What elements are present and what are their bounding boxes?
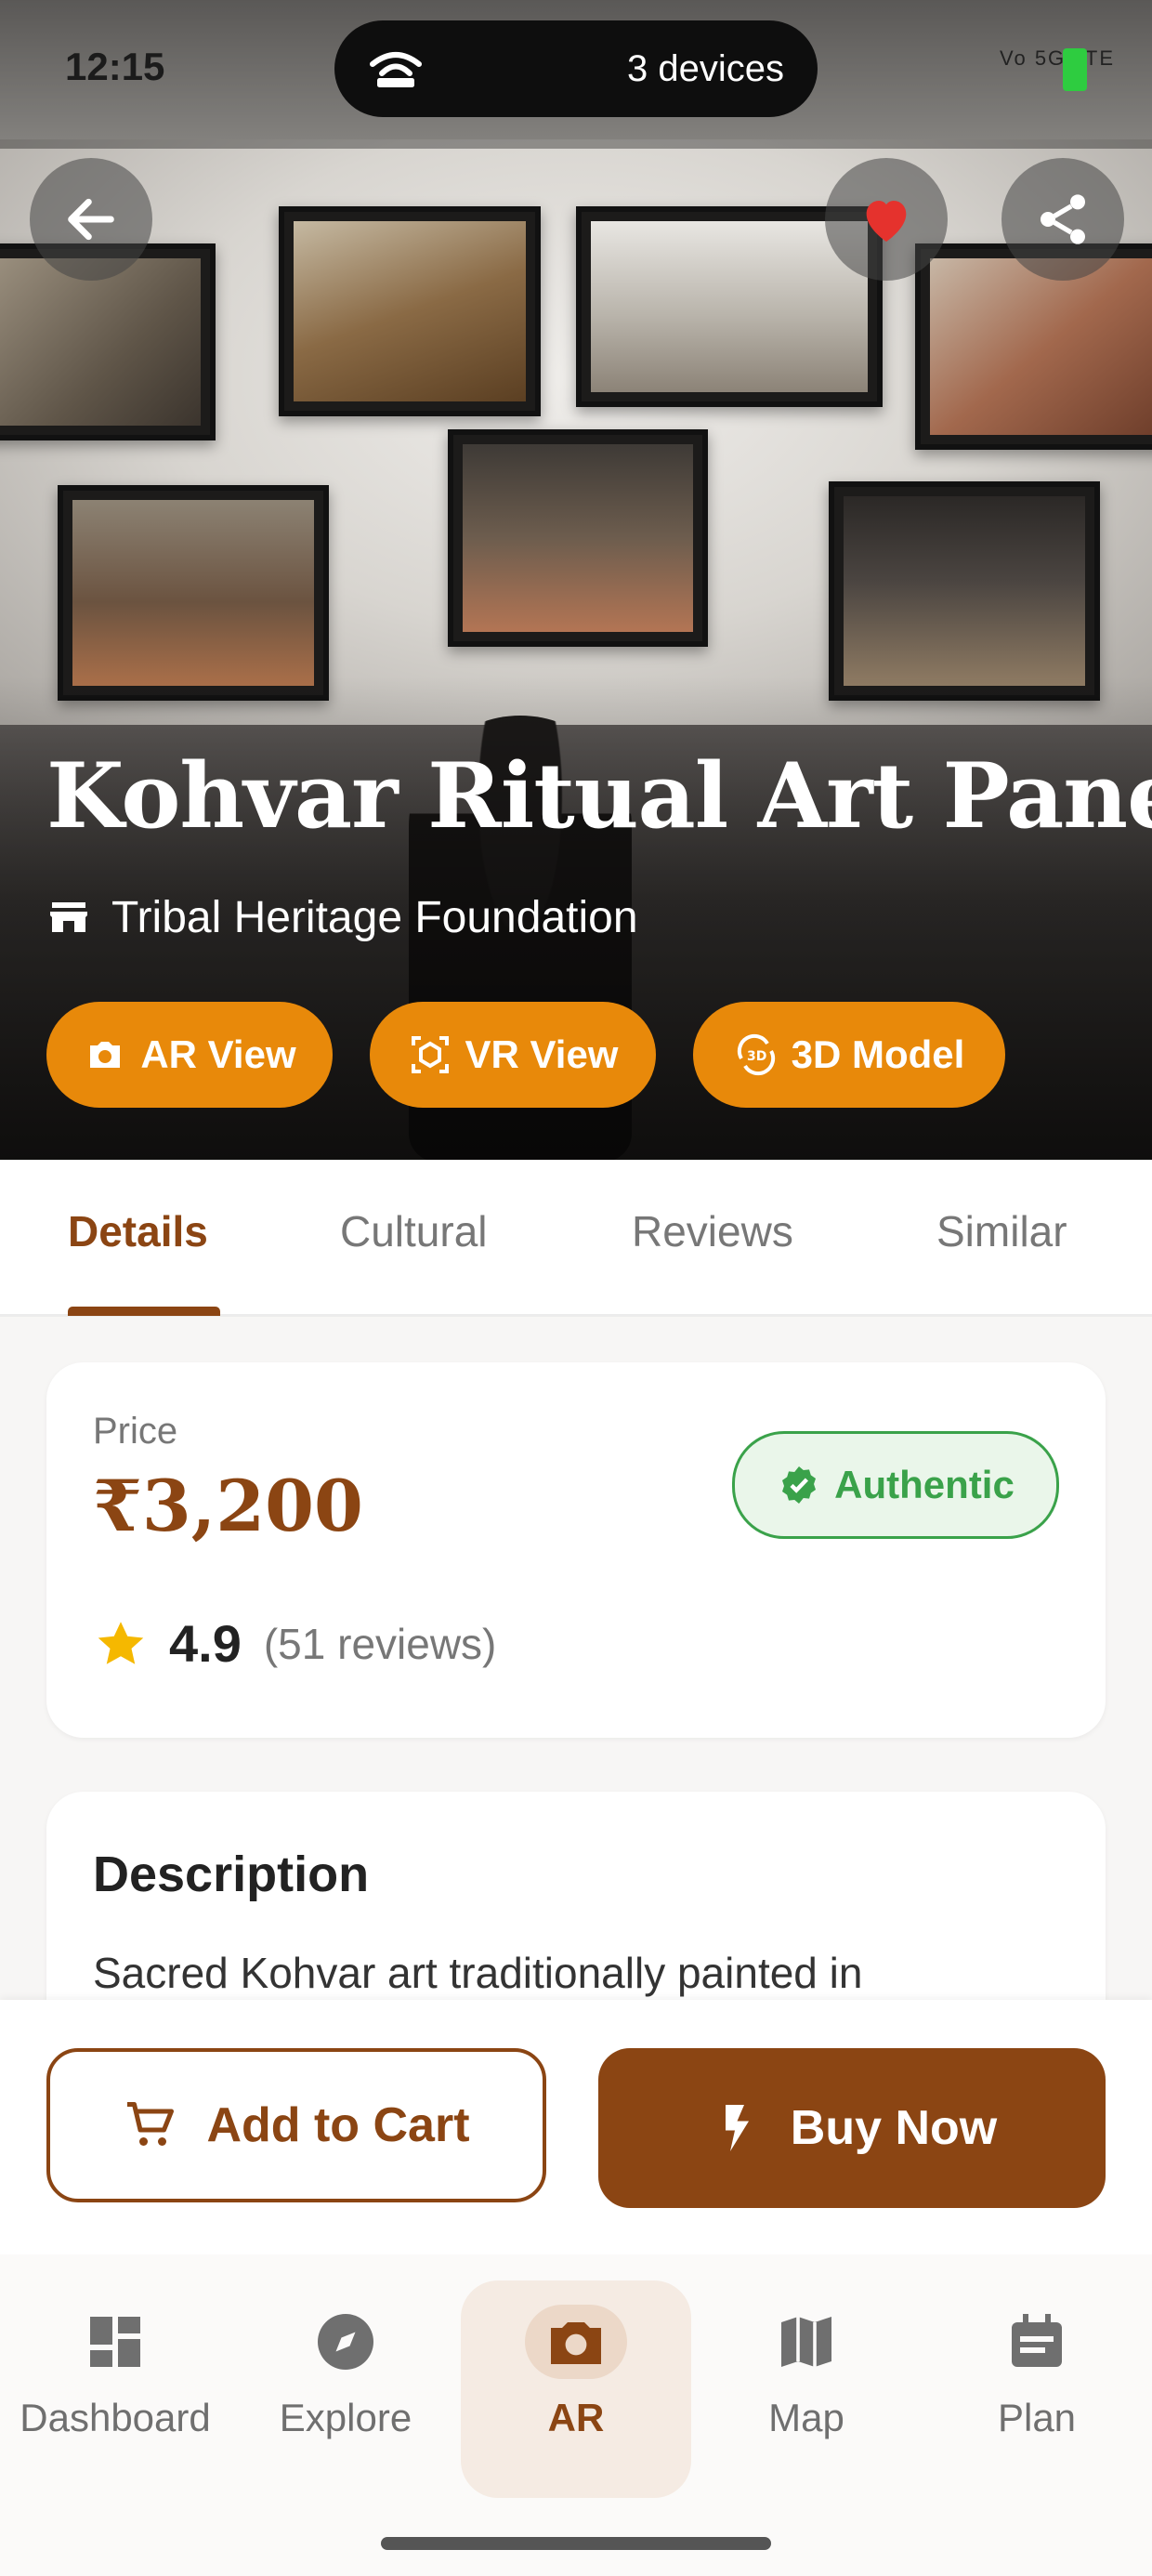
nav-explore[interactable]: Explore bbox=[230, 2280, 461, 2498]
map-icon bbox=[781, 2317, 831, 2367]
ar-view-button[interactable]: AR View bbox=[46, 1002, 333, 1108]
nav-map-label: Map bbox=[768, 2396, 844, 2439]
hero-image: 12:15 3 devices Vo 5G LTE Kohvar Ritual … bbox=[0, 0, 1152, 1160]
battery-icon bbox=[1063, 48, 1087, 91]
flash-icon bbox=[725, 2105, 749, 2151]
price-label: Price bbox=[93, 1411, 178, 1452]
tab-details[interactable]: Details bbox=[68, 1206, 208, 1256]
bottom-navigation: Dashboard Explore AR Map Plan bbox=[0, 2254, 1152, 2576]
star-icon bbox=[98, 1621, 144, 1664]
add-to-cart-label: Add to Cart bbox=[206, 2098, 470, 2152]
camera-icon bbox=[551, 2322, 601, 2364]
store-icon bbox=[50, 902, 87, 932]
gallery-frame bbox=[915, 243, 1152, 450]
hotspot-pill: 3 devices bbox=[334, 20, 818, 117]
verified-icon bbox=[782, 1466, 817, 1504]
vr-view-button[interactable]: VR View bbox=[370, 1002, 656, 1108]
ar-view-label: AR View bbox=[140, 1032, 296, 1076]
share-button[interactable] bbox=[1001, 158, 1124, 281]
arrow-left-icon bbox=[68, 198, 114, 241]
price-card: Price ₹3,200 Authentic 4.9 (51 reviews) bbox=[46, 1362, 1106, 1738]
gallery-frame bbox=[58, 485, 329, 701]
review-count: (51 reviews) bbox=[263, 1619, 497, 1668]
3d-rotate-icon: 3D bbox=[737, 1033, 775, 1076]
nav-explore-label: Explore bbox=[279, 2396, 412, 2439]
nav-plan[interactable]: Plan bbox=[922, 2280, 1152, 2498]
store-row[interactable]: Tribal Heritage Foundation bbox=[46, 887, 638, 947]
vr-cube-icon bbox=[411, 1036, 449, 1073]
nav-dashboard[interactable]: Dashboard bbox=[0, 2280, 230, 2498]
3d-model-label: 3D Model bbox=[791, 1032, 965, 1076]
purchase-action-bar: Add to Cart Buy Now bbox=[0, 2000, 1152, 2254]
dashboard-icon bbox=[90, 2317, 140, 2367]
calendar-icon bbox=[1012, 2314, 1062, 2367]
add-to-cart-button[interactable]: Add to Cart bbox=[46, 2048, 546, 2202]
description-title: Description bbox=[93, 1847, 370, 1902]
authentic-badge: Authentic bbox=[732, 1431, 1059, 1539]
hotspot-icon bbox=[370, 52, 422, 87]
back-button[interactable] bbox=[30, 158, 152, 281]
gallery-frame bbox=[829, 481, 1100, 701]
description-text: Sacred Kohvar art traditionally painted … bbox=[93, 1949, 863, 1997]
nav-plan-label: Plan bbox=[997, 2396, 1077, 2439]
rating-value: 4.9 bbox=[169, 1614, 242, 1673]
authentic-label: Authentic bbox=[834, 1463, 1015, 1506]
nav-ar-label: AR bbox=[547, 2396, 605, 2439]
status-time: 12:15 bbox=[65, 45, 165, 88]
nav-map[interactable]: Map bbox=[691, 2280, 922, 2498]
network-indicator: Vo 5G LTE bbox=[1000, 46, 1115, 70]
buy-now-label: Buy Now bbox=[790, 2101, 998, 2155]
tab-reviews[interactable]: Reviews bbox=[632, 1206, 793, 1256]
store-name: Tribal Heritage Foundation bbox=[111, 892, 638, 942]
nav-ar[interactable]: AR bbox=[461, 2280, 691, 2498]
compass-icon bbox=[318, 2314, 373, 2370]
camera-icon bbox=[90, 1042, 121, 1068]
rating-row: 4.9 (51 reviews) bbox=[93, 1613, 496, 1674]
vr-view-label: VR View bbox=[465, 1032, 619, 1076]
gallery-frame bbox=[448, 429, 708, 647]
share-icon bbox=[1041, 194, 1085, 244]
cart-icon bbox=[127, 2102, 175, 2146]
tab-bar: Details Cultural Reviews Similar bbox=[0, 1160, 1152, 1317]
3d-model-button[interactable]: 3D 3D Model bbox=[693, 1002, 1005, 1108]
hotspot-label: 3 devices bbox=[627, 48, 784, 89]
status-bar: 12:15 3 devices Vo 5G LTE bbox=[0, 0, 1152, 139]
product-title: Kohvar Ritual Art Panel bbox=[46, 743, 1152, 848]
tab-similar[interactable]: Similar bbox=[936, 1206, 1067, 1256]
buy-now-button[interactable]: Buy Now bbox=[598, 2048, 1106, 2208]
home-indicator[interactable] bbox=[381, 2537, 771, 2550]
heart-icon bbox=[866, 201, 907, 242]
favorite-button[interactable] bbox=[825, 158, 948, 281]
price-value: ₹3,200 bbox=[93, 1465, 363, 1547]
nav-dashboard-label: Dashboard bbox=[20, 2396, 211, 2439]
gallery-frame bbox=[279, 206, 541, 416]
tab-indicator bbox=[68, 1307, 220, 1316]
tab-cultural[interactable]: Cultural bbox=[340, 1206, 488, 1256]
svg-text:3D: 3D bbox=[747, 1049, 766, 1064]
